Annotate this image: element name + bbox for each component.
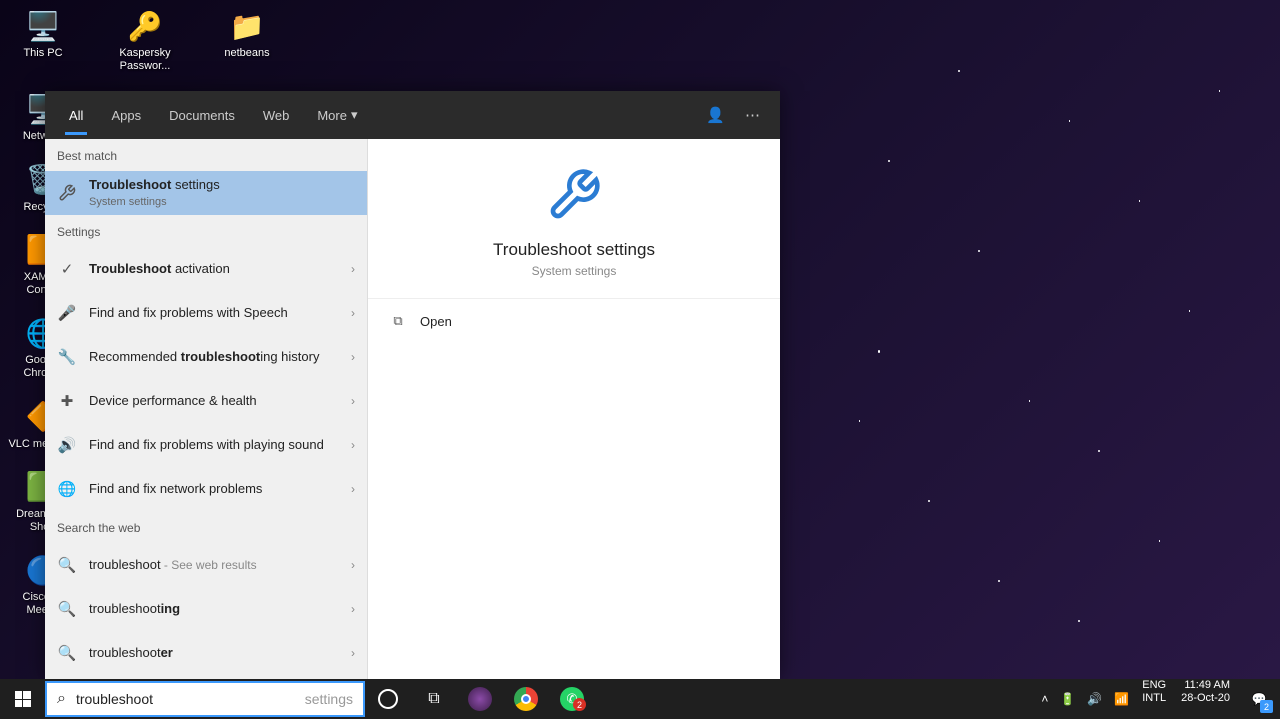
- section-settings: Settings: [45, 215, 367, 247]
- taskbar-whatsapp[interactable]: ✆2: [549, 679, 595, 719]
- chevron-right-icon: ›: [351, 558, 355, 572]
- desktop-icon-this-pc[interactable]: 🖥️This PC: [8, 8, 78, 73]
- result-speech[interactable]: 🎤 Find and fix problems with Speech ›: [45, 291, 367, 335]
- preview-title: Troubleshoot settings: [388, 240, 760, 260]
- options-icon[interactable]: ⋯: [737, 98, 768, 132]
- notification-count: 2: [1260, 700, 1273, 713]
- volume-icon: 🔊: [1087, 692, 1102, 706]
- chevron-right-icon: ›: [351, 602, 355, 616]
- tab-more[interactable]: More▾: [305, 97, 369, 133]
- result-sound[interactable]: 🔊 Find and fix problems with playing sou…: [45, 423, 367, 467]
- wrench-icon: [57, 183, 77, 203]
- task-view-button[interactable]: ⧉: [411, 679, 457, 719]
- check-circle-icon: ✓: [57, 259, 77, 279]
- chevron-right-icon: ›: [351, 438, 355, 452]
- tray-clock[interactable]: 11:49 AM28-Oct-20: [1173, 679, 1238, 719]
- tray-chevron-up[interactable]: ˄: [1035, 679, 1054, 719]
- result-troubleshoot-activation[interactable]: ✓ Troubleshoot activation ›: [45, 247, 367, 291]
- tray-battery[interactable]: 🔋: [1054, 679, 1081, 719]
- open-button[interactable]: ⧉ Open: [368, 299, 780, 343]
- search-filter-tabs: All Apps Documents Web More▾ 👤 ⋯: [45, 91, 780, 139]
- result-troubleshoot-settings[interactable]: Troubleshoot settingsSystem settings: [45, 171, 367, 215]
- web-result-1[interactable]: 🔍 troubleshoot - See web results ›: [45, 543, 367, 587]
- tray-wifi[interactable]: 📶: [1108, 679, 1135, 719]
- search-icon: ⌕: [57, 690, 66, 708]
- open-icon: ⧉: [390, 313, 406, 329]
- search-results-list: Best match Troubleshoot settingsSystem s…: [45, 139, 367, 679]
- chevron-down-icon: ▾: [351, 107, 358, 123]
- section-best-match: Best match: [45, 139, 367, 171]
- tray-notifications[interactable]: 💬2: [1238, 679, 1280, 719]
- app-icon: [468, 687, 492, 711]
- result-network[interactable]: 🌐 Find and fix network problems ›: [45, 467, 367, 511]
- folder-icon: 📁: [229, 8, 265, 44]
- battery-icon: 🔋: [1060, 692, 1075, 706]
- wrench-icon: [546, 167, 602, 223]
- task-view-icon: ⧉: [428, 690, 439, 708]
- chevron-right-icon: ›: [351, 482, 355, 496]
- tab-web[interactable]: Web: [251, 98, 302, 133]
- whatsapp-icon: ✆2: [560, 687, 584, 711]
- wifi-icon: 📶: [1114, 692, 1129, 706]
- chevron-right-icon: ›: [351, 306, 355, 320]
- pc-icon: 🖥️: [25, 8, 61, 44]
- system-tray: ˄ 🔋 🔊 📶 ENGINTL 11:49 AM28-Oct-20 💬2: [1035, 679, 1280, 719]
- chevron-right-icon: ›: [351, 350, 355, 364]
- result-device-health[interactable]: ✚ Device performance & health ›: [45, 379, 367, 423]
- taskbar: ⌕ settings ⧉ ✆2 ˄ 🔋 🔊 📶 ENGINTL 11:49 AM…: [0, 679, 1280, 719]
- start-button[interactable]: [0, 679, 45, 719]
- chrome-icon: [514, 687, 538, 711]
- search-ghost-text: settings: [305, 691, 353, 707]
- windows-logo-icon: [15, 691, 31, 707]
- search-icon: 🔍: [57, 643, 77, 663]
- tab-apps[interactable]: Apps: [99, 98, 153, 133]
- taskbar-chrome[interactable]: [503, 679, 549, 719]
- section-web: Search the web: [45, 511, 367, 543]
- search-preview-pane: Troubleshoot settings System settings ⧉ …: [367, 139, 780, 679]
- taskbar-app-1[interactable]: [457, 679, 503, 719]
- network-icon: 🌐: [57, 479, 77, 499]
- search-icon: 🔍: [57, 555, 77, 575]
- shield-icon: ✚: [57, 391, 77, 411]
- web-result-2[interactable]: 🔍 troubleshooting ›: [45, 587, 367, 631]
- desktop-icon-netbeans[interactable]: 📁netbeans: [212, 8, 282, 73]
- tab-documents[interactable]: Documents: [157, 98, 247, 133]
- mic-icon: 🎤: [57, 303, 77, 323]
- tab-all[interactable]: All: [57, 98, 95, 133]
- preview-subtitle: System settings: [388, 264, 760, 278]
- search-input[interactable]: [76, 691, 308, 707]
- chevron-right-icon: ›: [351, 262, 355, 276]
- wrench-icon: 🔧: [57, 347, 77, 367]
- search-icon: 🔍: [57, 599, 77, 619]
- feedback-icon[interactable]: 👤: [698, 98, 733, 132]
- chevron-up-icon: ˄: [1041, 692, 1048, 706]
- result-troubleshoot-history[interactable]: 🔧 Recommended troubleshooting history ›: [45, 335, 367, 379]
- desktop-icon-kaspersky[interactable]: 🔑Kaspersky Passwor...: [110, 8, 180, 73]
- sound-icon: 🔊: [57, 435, 77, 455]
- cortana-button[interactable]: [365, 679, 411, 719]
- notification-badge: 2: [573, 698, 586, 711]
- chevron-right-icon: ›: [351, 394, 355, 408]
- tray-language[interactable]: ENGINTL: [1135, 679, 1173, 719]
- tray-volume[interactable]: 🔊: [1081, 679, 1108, 719]
- taskbar-search-box[interactable]: ⌕ settings: [45, 681, 365, 717]
- start-search-panel: All Apps Documents Web More▾ 👤 ⋯ Best ma…: [45, 91, 780, 679]
- key-icon: 🔑: [127, 8, 163, 44]
- web-result-3[interactable]: 🔍 troubleshooter ›: [45, 631, 367, 675]
- chevron-right-icon: ›: [351, 646, 355, 660]
- cortana-icon: [378, 689, 398, 709]
